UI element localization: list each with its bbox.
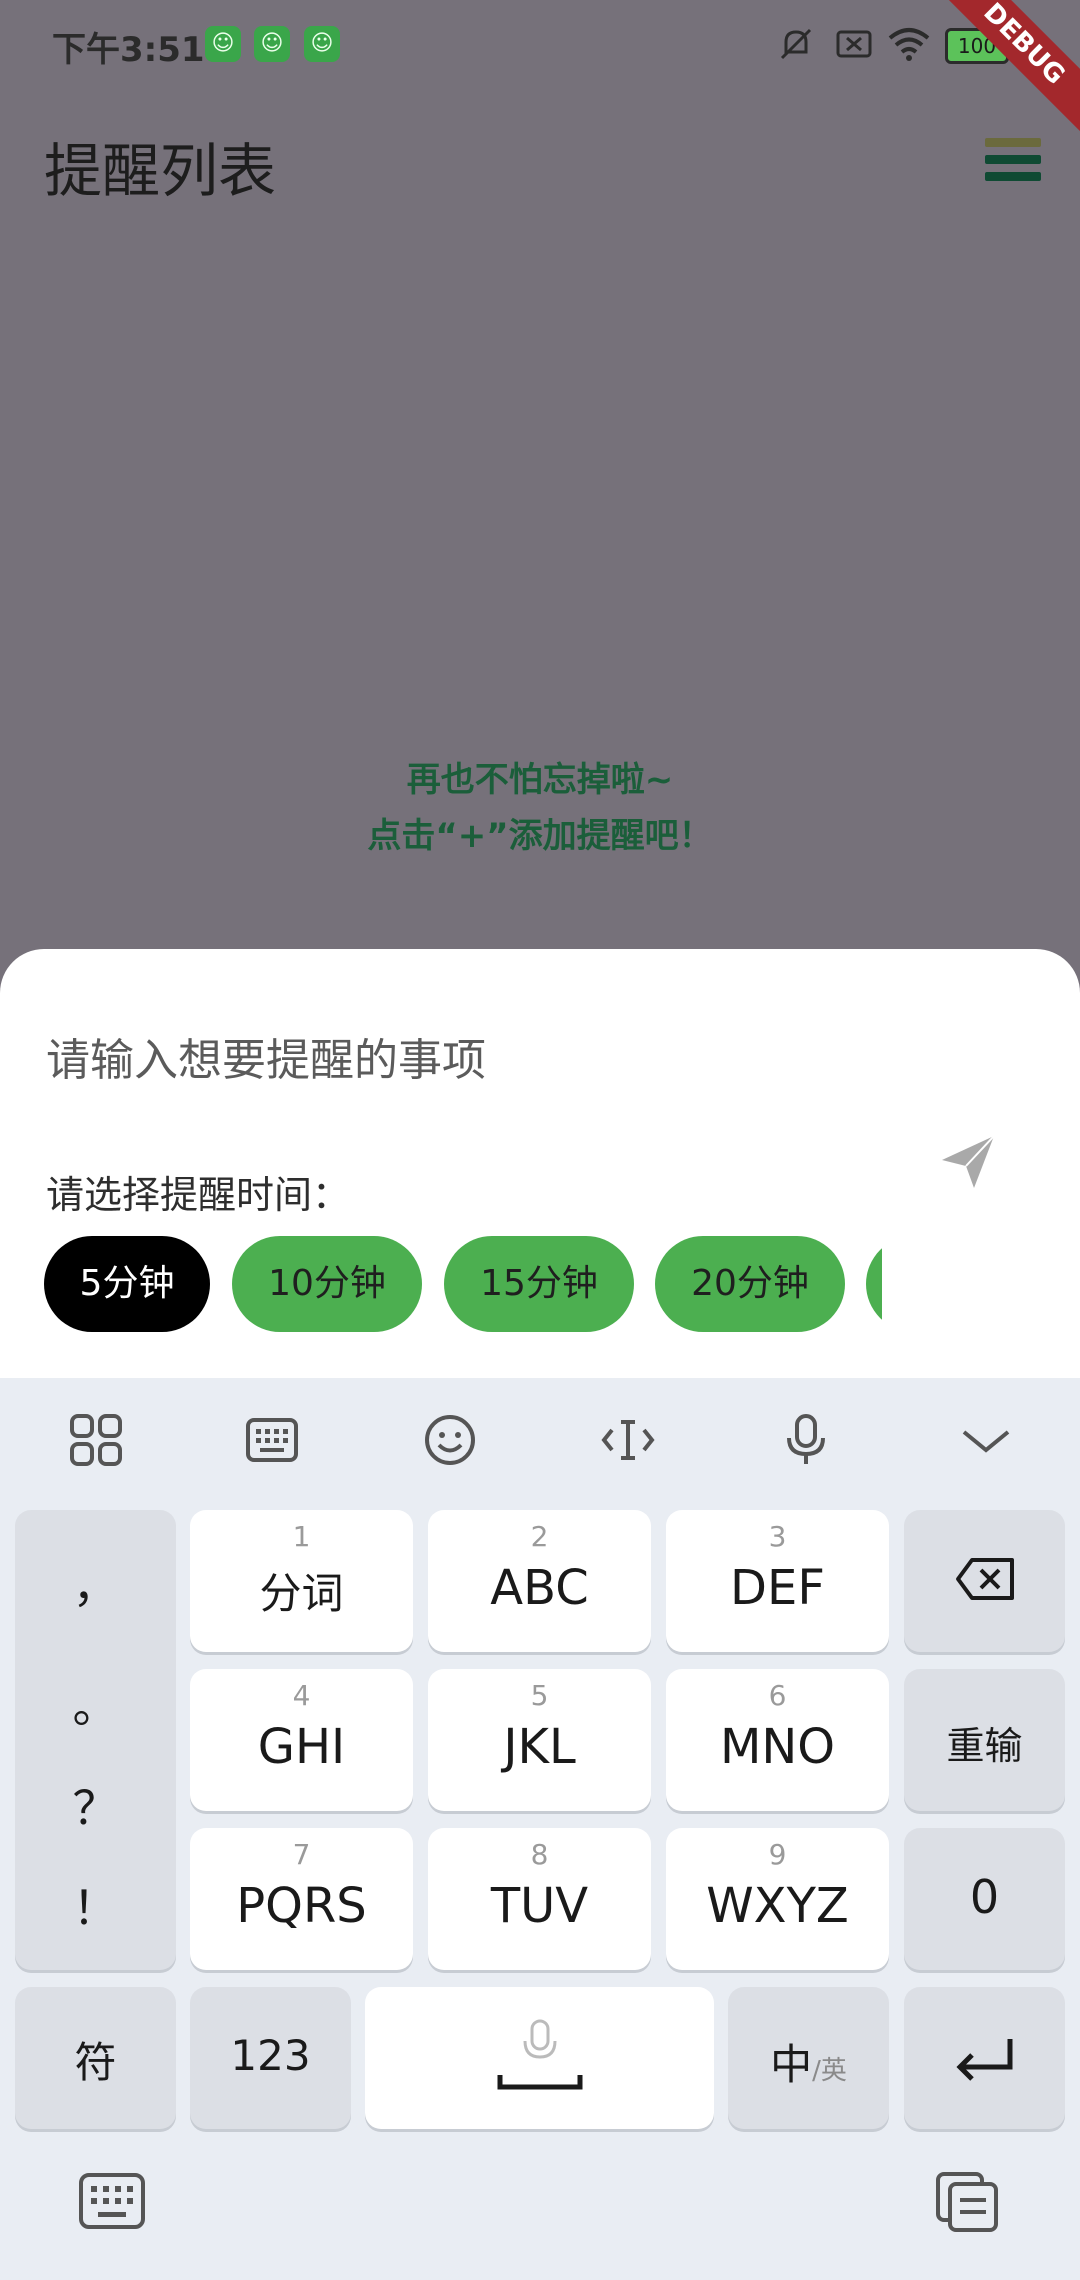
key-4[interactable]: 4 GHI: [190, 1669, 413, 1811]
key-label: PQRS: [236, 1878, 367, 1934]
numbers-key[interactable]: 123: [190, 1987, 351, 2129]
microphone-icon[interactable]: [778, 1412, 834, 1468]
key-label: GHI: [257, 1719, 346, 1775]
key-label: JKL: [503, 1719, 576, 1775]
key-label: ABC: [490, 1560, 589, 1616]
emoji-icon[interactable]: [422, 1412, 478, 1468]
empty-state-hint: 再也不怕忘掉啦~ 点击“+”添加提醒吧！: [0, 752, 1080, 864]
time-chip-5min[interactable]: 5分钟: [44, 1236, 210, 1332]
language-label: 中/英: [728, 2031, 889, 2092]
space-key[interactable]: [365, 1987, 714, 2129]
key-3[interactable]: 3 DEF: [666, 1510, 889, 1652]
menu-icon[interactable]: [985, 138, 1041, 182]
grid-menu-icon[interactable]: [68, 1412, 124, 1468]
backspace-icon: [956, 1558, 1014, 1600]
empty-hint-line1: 再也不怕忘掉啦~: [406, 760, 674, 800]
reinput-key[interactable]: 重输: [904, 1669, 1065, 1811]
reinput-label: 重输: [946, 1724, 1023, 1768]
collapse-keyboard-icon[interactable]: [958, 1412, 1014, 1468]
page-title: 提醒列表: [44, 137, 277, 205]
backspace-key[interactable]: [904, 1510, 1065, 1652]
keyboard-layout-icon[interactable]: [244, 1412, 300, 1468]
empty-hint-line2: 点击“+”添加提醒吧！: [367, 816, 713, 856]
punct-question[interactable]: ？: [15, 1772, 176, 1838]
key-0[interactable]: 0: [904, 1828, 1065, 1970]
key-label: DEF: [730, 1560, 825, 1616]
time-chip-more[interactable]: [866, 1236, 882, 1332]
status-bar: 下午3:51 ☺ ☺ ☺ 100 DEBUG: [0, 0, 1080, 145]
punctuation-column[interactable]: ， 。 ？ ！: [15, 1510, 176, 1970]
time-chip-list: 5分钟 10分钟 15分钟 20分钟: [44, 1236, 882, 1332]
key-9[interactable]: 9 WXYZ: [666, 1828, 889, 1970]
notification-app-icon: ☺: [254, 26, 290, 62]
language-switch-key[interactable]: 中/英: [728, 1987, 889, 2129]
key-number: 8: [530, 1838, 549, 1871]
numbers-label: 123: [230, 2031, 311, 2080]
key-label: WXYZ: [706, 1878, 849, 1934]
notification-app-icon: ☺: [205, 26, 241, 62]
punct-period[interactable]: 。: [15, 1670, 176, 1736]
enter-key[interactable]: [904, 1987, 1065, 2129]
key-label: 分词: [259, 1569, 344, 1618]
key-5[interactable]: 5 JKL: [428, 1669, 651, 1811]
key-7[interactable]: 7 PQRS: [190, 1828, 413, 1970]
send-icon[interactable]: [938, 1132, 998, 1192]
notification-app-icon: ☺: [304, 26, 340, 62]
key-1[interactable]: 1 分词: [190, 1510, 413, 1652]
key-number: 5: [530, 1679, 549, 1712]
symbols-key[interactable]: 符: [15, 1987, 176, 2129]
lang-sub: /英: [812, 2056, 847, 2086]
key-label: MNO: [719, 1719, 836, 1775]
reminder-input[interactable]: [46, 1030, 906, 1090]
punct-comma[interactable]: ，: [15, 1550, 176, 1616]
space-mic-icon: [497, 2019, 583, 2090]
key-6[interactable]: 6 MNO: [666, 1669, 889, 1811]
key-number: 9: [768, 1838, 787, 1871]
no-sim-icon: [836, 30, 872, 58]
status-time: 下午3:51: [52, 30, 205, 70]
punct-exclaim[interactable]: ！: [15, 1872, 176, 1938]
key-8[interactable]: 8 TUV: [428, 1828, 651, 1970]
key-number: 1: [292, 1520, 311, 1553]
wifi-icon: [888, 28, 930, 61]
key-2[interactable]: 2 ABC: [428, 1510, 651, 1652]
keyboard-bottom-bar: [0, 2140, 1080, 2280]
time-chip-10min[interactable]: 10分钟: [232, 1236, 422, 1332]
keyboard-switch-icon[interactable]: [78, 2172, 146, 2230]
zero-label: 0: [969, 1870, 1000, 1924]
clipboard-icon[interactable]: [934, 2170, 1000, 2234]
key-number: 7: [292, 1838, 311, 1871]
key-label: TUV: [490, 1878, 589, 1934]
lang-main: 中: [770, 2040, 813, 2089]
enter-icon: [956, 2039, 1013, 2081]
time-chip-15min[interactable]: 15分钟: [444, 1236, 634, 1332]
time-select-label: 请选择提醒时间：: [46, 1173, 351, 1217]
key-number: 6: [768, 1679, 787, 1712]
mute-icon: [780, 28, 812, 60]
key-number: 2: [530, 1520, 549, 1553]
cursor-move-icon[interactable]: [600, 1412, 656, 1468]
key-number: 3: [768, 1520, 787, 1553]
symbols-label: 符: [74, 2038, 117, 2087]
time-chip-20min[interactable]: 20分钟: [655, 1236, 845, 1332]
key-number: 4: [292, 1679, 311, 1712]
